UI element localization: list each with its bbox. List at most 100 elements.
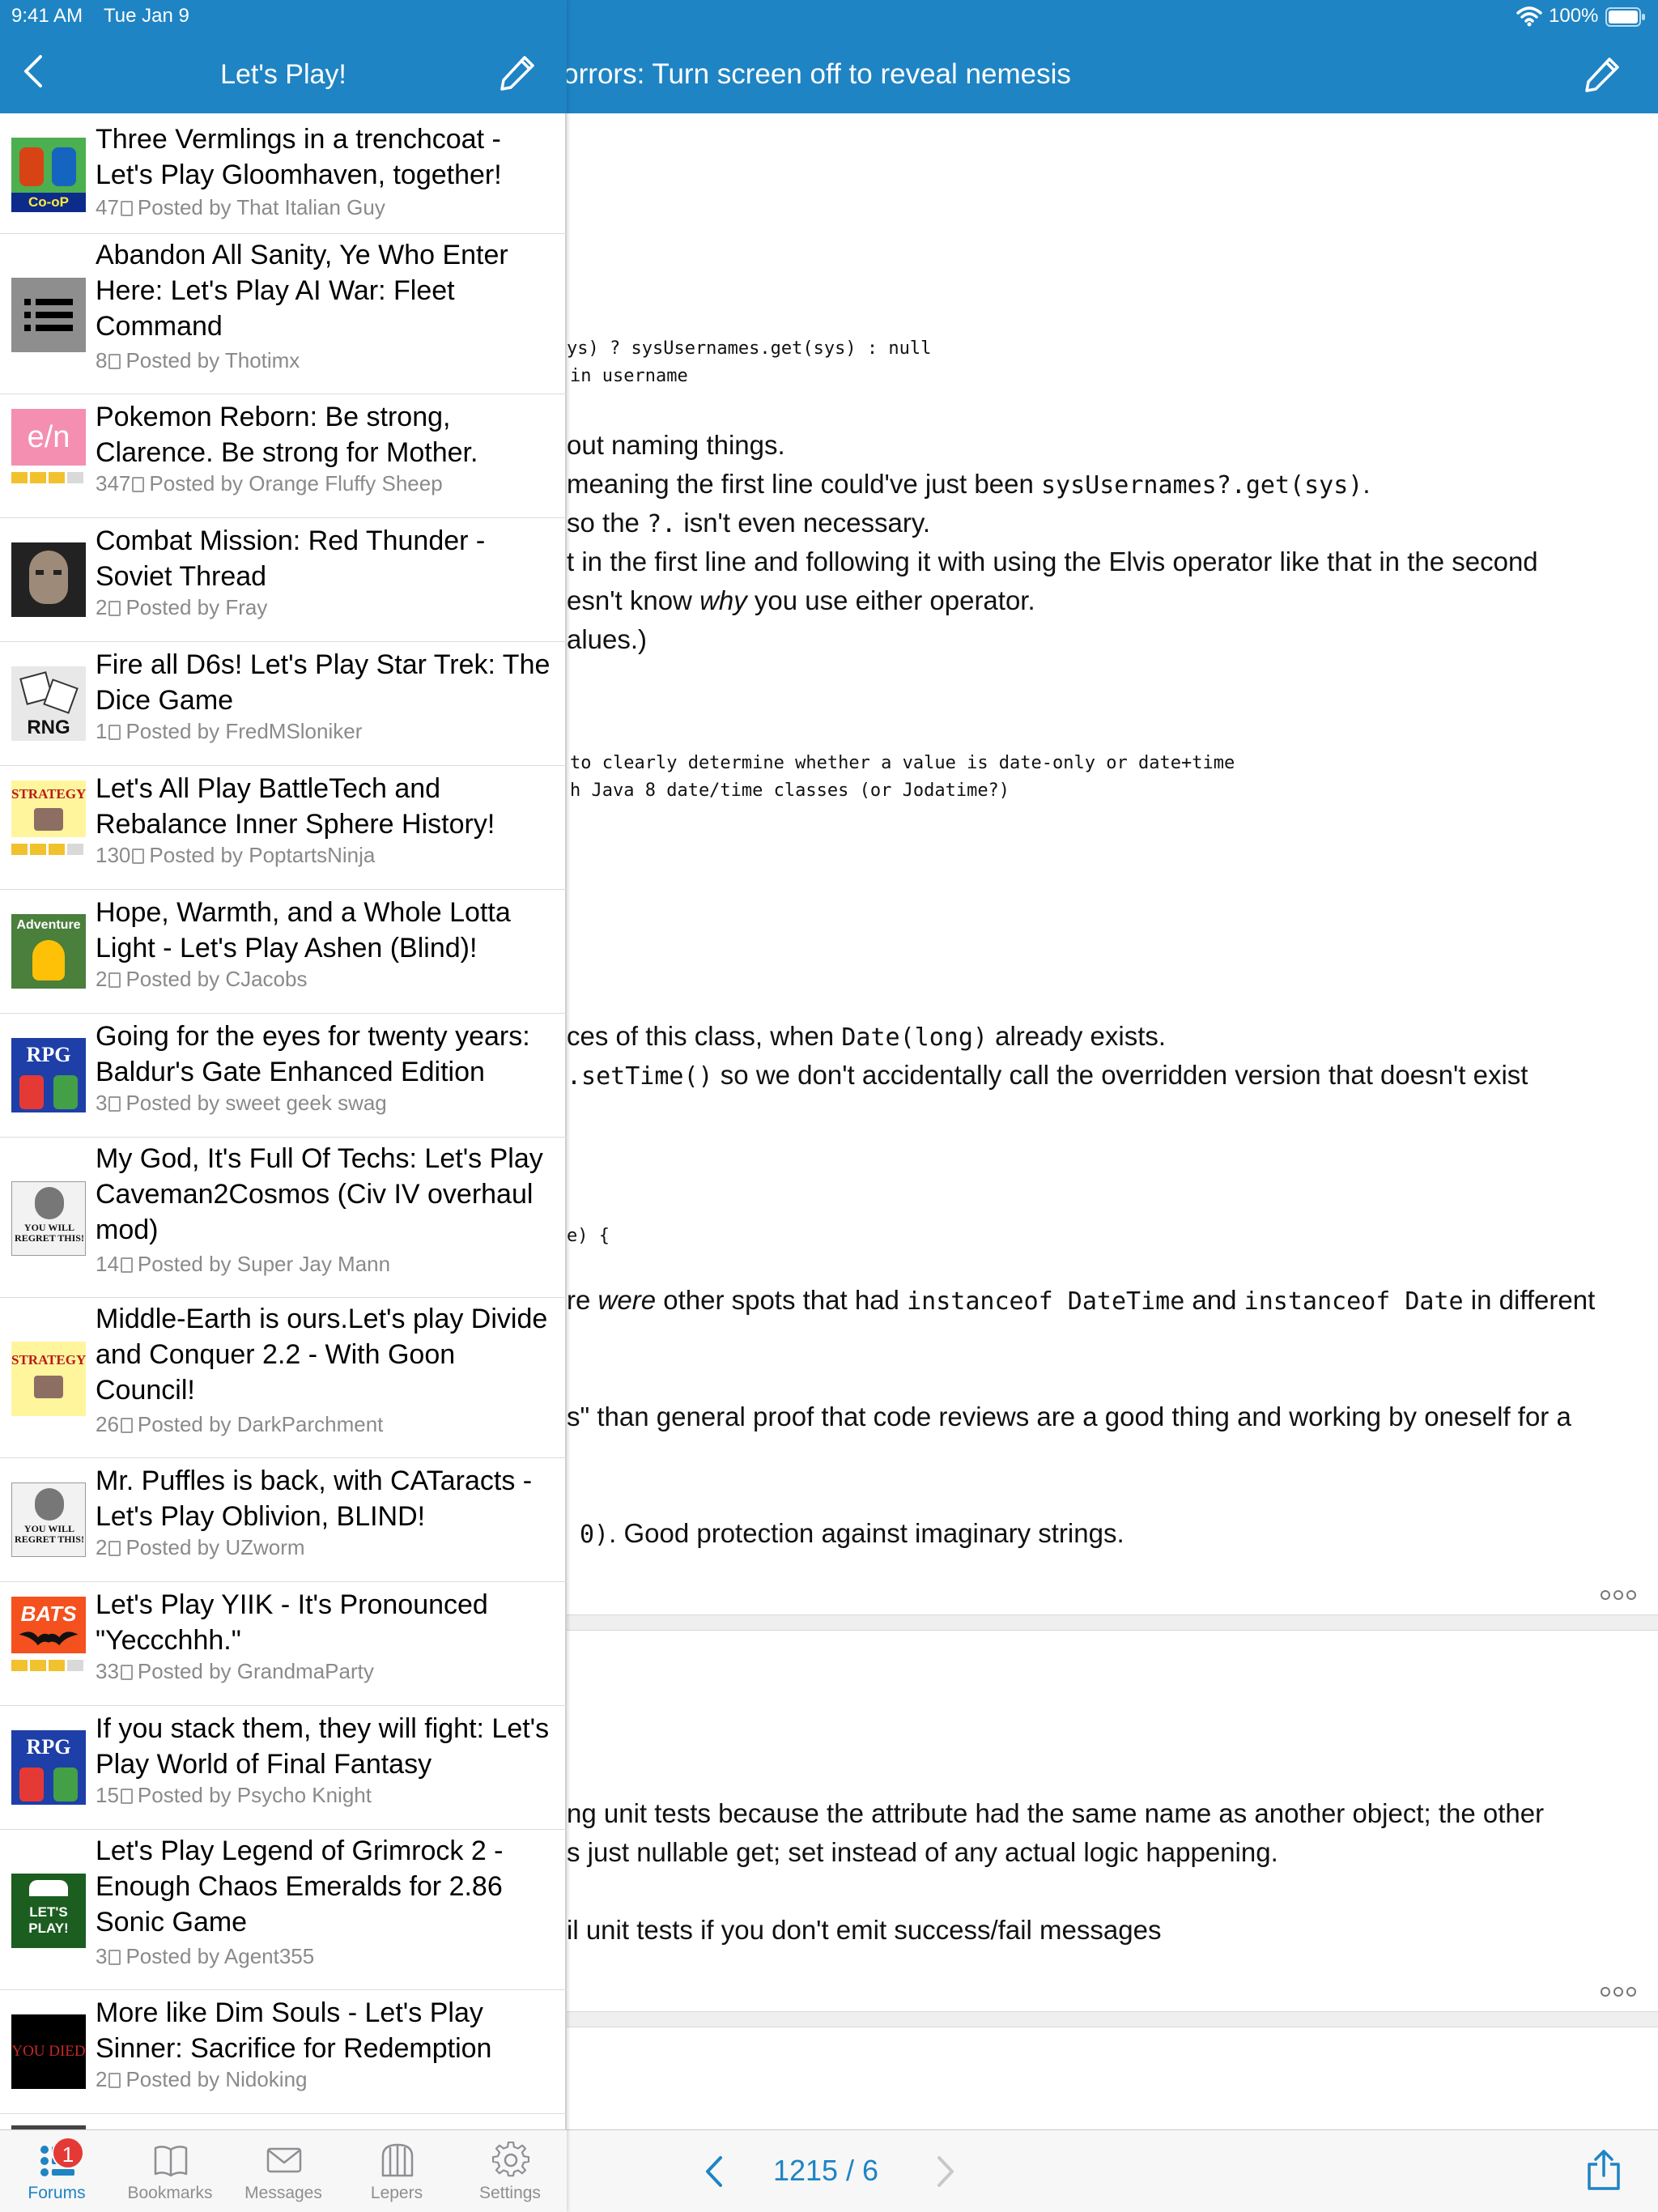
page-count-icon [120, 1418, 133, 1433]
code-line: to clearly determine whether a value is … [570, 753, 1235, 773]
thread-meta: 2 Posted by Fray [96, 595, 268, 619]
post-text: .setTime() so we don't accidentally call… [567, 1060, 1528, 1091]
thread-tag-rng: RNG [11, 666, 86, 741]
thread-meta: 2 Posted by CJacobs [96, 967, 308, 991]
status-bar: 9:41 AM Tue Jan 9 100% [0, 0, 1658, 32]
post-text: il unit tests if you don't emit success/… [567, 1915, 1162, 1945]
reply-compose-icon[interactable] [1583, 53, 1623, 94]
thread-row[interactable]: BATS Let's Play YIIK - It's Pronounced "… [0, 1582, 567, 1706]
tab-label: Bookmarks [127, 2184, 213, 2202]
post-actions-icon[interactable] [1599, 1589, 1638, 1602]
code-line: in username [570, 366, 688, 386]
code-line: ys) ? sysUsernames.get(sys) : null [567, 338, 932, 359]
thread-tag-list-icon [11, 278, 86, 352]
thread-title: Mr. Puffles is back, with CATaracts - Le… [96, 1465, 533, 1532]
thread-rating [11, 844, 86, 855]
post-actions-icon[interactable] [1599, 1985, 1638, 1998]
thread-title: More like Dim Souls - Let's Play Sinner:… [96, 1997, 492, 2064]
thread-row[interactable]: LET'S PLAY! Let's Play Legend of Grimroc… [0, 1830, 567, 1990]
post-text: s" than general proof that code reviews … [567, 1402, 1571, 1431]
thread-title: Combat Mission: Red Thunder - Soviet Thr… [96, 525, 486, 592]
thread-tag-adventure: Adventure [11, 914, 86, 989]
jail-bars-icon [381, 2143, 414, 2177]
status-date: Tue Jan 9 [104, 5, 189, 27]
thread-list[interactable]: Co-oP Three Vermlings in a trenchcoat - … [0, 113, 567, 2129]
battery-icon [1605, 7, 1645, 27]
thread-list-pane: Let's Play! Co-oP Three Vermlings in a t… [0, 0, 567, 2212]
page-count-icon [132, 477, 145, 492]
tab-bookmarks[interactable]: Bookmarks [113, 2130, 227, 2212]
previous-page-icon[interactable] [698, 2153, 730, 2190]
thread-row[interactable]: RPG Going for the eyes for twenty years:… [0, 1014, 567, 1138]
thread-row[interactable]: e/n Pokemon Reborn: Be strong, Clarence.… [0, 394, 567, 518]
thread-rating [11, 472, 86, 483]
tab-label: Lepers [370, 2184, 423, 2202]
thread-meta: 14 Posted by Super Jay Mann [96, 1252, 391, 1276]
post-text: ces of this class, when Date(long) alrea… [567, 1021, 1167, 1052]
thread-row[interactable]: STRATEGY Middle-Earth is ours.Let's play… [0, 1298, 567, 1458]
post-text: alues.) [567, 624, 648, 654]
thread-title: My God, It's Full Of Techs: Let's Play C… [96, 1143, 543, 1245]
thread-meta: 47 Posted by That Italian Guy [96, 195, 385, 219]
thread-row[interactable]: Adventure Hope, Warmth, and a Whole Lott… [0, 890, 567, 1014]
thread-meta: 2 Posted by UZworm [96, 1535, 305, 1559]
new-thread-compose-icon[interactable] [498, 52, 538, 92]
thread-meta: 1 Posted by FredMSloniker [96, 719, 363, 743]
thread-tag-face [11, 542, 86, 617]
thread-title: Going for the eyes for twenty years: Bal… [96, 1021, 530, 1087]
page-counter[interactable]: 1215 / 6 [753, 2153, 899, 2189]
thread-meta: 347 Posted by Orange Fluffy Sheep [96, 471, 443, 496]
page-count-icon [108, 1950, 121, 1965]
code-line: e) { [567, 1226, 610, 1246]
thread-title: Pokemon Reborn: Be strong, Clarence. Be … [96, 402, 478, 468]
thread-row[interactable]: RPG If you stack them, they will fight: … [0, 1706, 567, 1830]
book-icon [154, 2146, 188, 2177]
share-icon[interactable] [1585, 2148, 1622, 2192]
thread-meta: 8 Posted by Thotimx [96, 348, 300, 372]
thread-tag-you-died: YOU DIED [11, 2014, 86, 2089]
thread-title: Let's Play Legend of Grimrock 2 - Enough… [96, 1836, 504, 1938]
tab-settings[interactable]: Settings [453, 2130, 567, 2212]
thread-tag-strategy: STRATEGY [11, 1342, 86, 1416]
thread-meta: 3 Posted by sweet geek swag [96, 1091, 387, 1115]
thread-row[interactable]: Combat Mission: Red Thunder - Soviet Thr… [0, 518, 567, 642]
thread-row[interactable]: YOU WILL REGRET THIS! My God, It's Full … [0, 1138, 567, 1298]
post-text: re were other spots that had instanceof … [567, 1285, 1596, 1316]
thread-tag-lets-play: LET'S PLAY! [11, 1874, 86, 1948]
page-count-icon [108, 725, 121, 740]
thread-tag-regret: YOU WILL REGRET THIS! [11, 1181, 86, 1256]
thread-row[interactable]: STRATEGY Let's All Play BattleTech and R… [0, 766, 567, 890]
tab-forums[interactable]: 1 Forums [0, 2130, 113, 2212]
battery-percentage: 100% [1549, 5, 1599, 27]
thread-title: Abandon All Sanity, Ye Who Enter Here: L… [96, 240, 508, 342]
tab-lepers[interactable]: Lepers [340, 2130, 453, 2212]
code-line: h Java 8 date/time classes (or Jodatime?… [570, 781, 1010, 801]
page-count-icon [132, 849, 145, 864]
tab-label: Settings [479, 2184, 541, 2202]
page-count-icon [108, 1096, 121, 1112]
post-text: s just nullable get; set instead of any … [567, 1837, 1278, 1867]
thread-row[interactable]: Co-oP Three Vermlings in a trenchcoat - … [0, 113, 567, 234]
thread-tag-strategy: STRATEGY [11, 781, 86, 837]
thread-meta: 33 Posted by GrandmaParty [96, 1659, 374, 1683]
post-text: esn't know why you use either operator. [567, 585, 1035, 615]
thread-tag-coop: Co-oP [11, 138, 86, 212]
thread-row[interactable]: Abandon All Sanity, Ye Who Enter Here: L… [0, 234, 567, 394]
post-text: 0). Good protection against imaginary st… [580, 1518, 1124, 1549]
thread-title[interactable]: ding Horrors: Turn screen off to reveal … [481, 58, 1533, 91]
wifi-icon [1516, 6, 1542, 27]
thread-row[interactable]: RNG Fire all D6s! Let's Play Star Trek: … [0, 642, 567, 766]
page-count-icon [120, 201, 133, 216]
page-count-icon [120, 1789, 133, 1804]
post-text: t in the first line and following it wit… [567, 547, 1538, 576]
next-page-icon[interactable] [929, 2153, 962, 2190]
thread-tag-regret: YOU WILL REGRET THIS! [11, 1482, 86, 1557]
thread-title: Middle-Earth is ours.Let's play Divide a… [96, 1304, 548, 1406]
thread-row[interactable]: YOU DIED More like Dim Souls - Let's Pla… [0, 1990, 567, 2114]
thread-row[interactable]: YOU WILL REGRET THIS! Mr. Puffles is bac… [0, 1458, 567, 1582]
thread-title: Let's Play YIIK - It's Pronounced "Yeccc… [96, 1589, 488, 1656]
thread-row[interactable] [0, 2114, 567, 2129]
tab-messages[interactable]: Messages [227, 2130, 340, 2212]
post-text: ng unit tests because the attribute had … [567, 1798, 1545, 1828]
page-count-icon [108, 2073, 121, 2088]
